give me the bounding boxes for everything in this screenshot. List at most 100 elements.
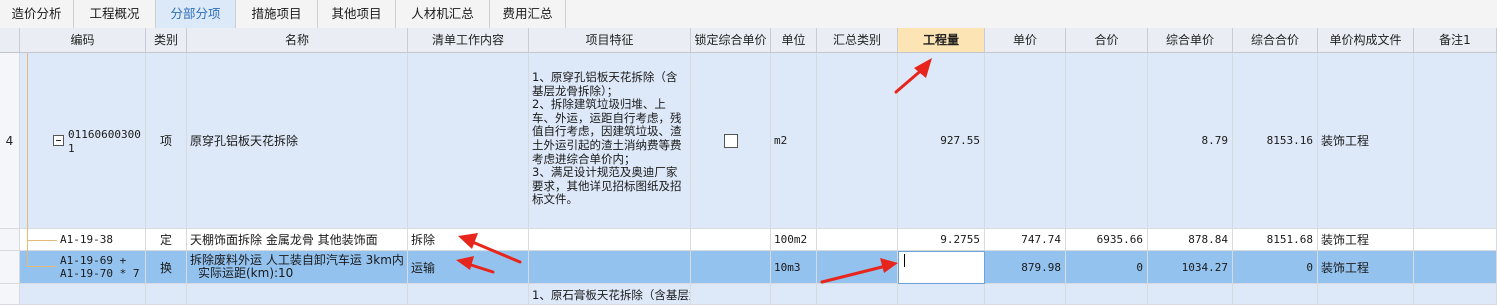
cell-composite-total[interactable]: 8153.16 — [1233, 53, 1318, 229]
tree-connector-line — [27, 240, 57, 241]
cell-code[interactable]: A1-19-69 + A1-19-70 * 7 — [20, 251, 146, 284]
cell-work-content[interactable]: 拆除 — [408, 229, 529, 251]
cell-total-price[interactable] — [1066, 284, 1148, 305]
cell-composite-total[interactable]: 0 — [1233, 251, 1318, 284]
module-tab-bar: 造价分析 工程概况 分部分项 措施项目 其他项目 人材机汇总 费用汇总 — [0, 0, 1497, 29]
cell-code[interactable] — [20, 284, 146, 305]
cell-item-features[interactable] — [529, 229, 691, 251]
cell-summary-category[interactable] — [817, 284, 898, 305]
tab-cost-analysis[interactable]: 造价分析 — [0, 0, 74, 28]
cell-summary-category[interactable] — [817, 229, 898, 251]
cell-category[interactable] — [146, 284, 187, 305]
tree-connector-line — [27, 53, 28, 266]
text-caret — [904, 254, 905, 267]
cell-composite-total[interactable]: 8151.68 — [1233, 229, 1318, 251]
header-total-price[interactable]: 合价 — [1066, 28, 1148, 52]
tab-labor-material-summary[interactable]: 人材机汇总 — [396, 0, 490, 28]
header-item-features[interactable]: 项目特征 — [529, 28, 691, 52]
table-row-selected[interactable]: A1-19-69 + A1-19-70 * 7 换 拆除废料外运 人工装自卸汽车… — [0, 251, 1497, 284]
cell-summary-category[interactable] — [817, 53, 898, 229]
cell-summary-category[interactable] — [817, 251, 898, 284]
header-composite-total[interactable]: 综合合价 — [1233, 28, 1318, 52]
tab-fee-summary[interactable]: 费用汇总 — [490, 0, 566, 28]
row-number — [0, 284, 20, 305]
cell-work-content[interactable] — [408, 53, 529, 229]
cell-name[interactable]: 天棚饰面拆除 金属龙骨 其他装饰面 — [187, 229, 408, 251]
cell-unit[interactable]: 10m3 — [771, 251, 817, 284]
cell-composite-unit-price[interactable]: 1034.27 — [1148, 251, 1233, 284]
header-category[interactable]: 类别 — [146, 28, 187, 52]
cell-unit-price[interactable]: 879.98 — [985, 251, 1066, 284]
grid-header: 编码 类别 名称 清单工作内容 项目特征 锁定综合单价 单位 汇总类别 工程量 … — [0, 28, 1497, 53]
cell-price-file[interactable]: 装饰工程 — [1318, 229, 1414, 251]
header-code[interactable]: 编码 — [20, 28, 146, 52]
header-quantity[interactable]: 工程量 — [898, 28, 985, 52]
header-rownum — [0, 28, 20, 52]
cell-lock-unit-price[interactable] — [691, 229, 771, 251]
cell-composite-unit-price[interactable]: 8.79 — [1148, 53, 1233, 229]
cell-code[interactable]: 01160600300 1 — [20, 53, 146, 229]
cell-remark[interactable] — [1414, 229, 1497, 251]
collapse-toggle-icon[interactable] — [53, 135, 64, 146]
tree-connector-line — [27, 266, 57, 267]
cell-item-features[interactable]: 1、原穿孔铝板天花拆除（含基层龙骨拆除）； 2、拆除建筑垃圾归堆、上车、外运，运… — [529, 53, 691, 229]
cell-quantity[interactable]: 927.55 — [898, 53, 985, 229]
tab-division-items[interactable]: 分部分项 — [156, 0, 236, 28]
cell-remark[interactable] — [1414, 53, 1497, 229]
header-summary-category[interactable]: 汇总类别 — [817, 28, 898, 52]
cell-work-content[interactable] — [408, 284, 529, 305]
header-unit-price[interactable]: 单价 — [985, 28, 1066, 52]
header-composite-unit-price[interactable]: 综合单价 — [1148, 28, 1233, 52]
cell-name[interactable]: 拆除废料外运 人工装自卸汽车运 3km内 实际运距(km):10 — [187, 251, 408, 284]
table-row[interactable]: 1、原石膏板天花拆除（含基层龙骨拆除）； — [0, 284, 1497, 305]
cell-name[interactable]: 原穿孔铝板天花拆除 — [187, 53, 408, 229]
cell-unit[interactable] — [771, 284, 817, 305]
cell-unit[interactable]: m2 — [771, 53, 817, 229]
header-work-content[interactable]: 清单工作内容 — [408, 28, 529, 52]
cell-category[interactable]: 换 — [146, 251, 187, 284]
cell-work-content[interactable]: 运输 — [408, 251, 529, 284]
cell-item-features[interactable] — [529, 251, 691, 284]
table-row[interactable]: A1-19-38 定 天棚饰面拆除 金属龙骨 其他装饰面 拆除 100m2 9.… — [0, 229, 1497, 251]
tab-measure-items[interactable]: 措施项目 — [236, 0, 318, 28]
cell-unit-price[interactable] — [985, 53, 1066, 229]
cell-total-price[interactable]: 6935.66 — [1066, 229, 1148, 251]
header-unit[interactable]: 单位 — [771, 28, 817, 52]
cell-price-file[interactable]: 装饰工程 — [1318, 53, 1414, 229]
table-row[interactable]: 4 01160600300 1 项 原穿孔铝板天花拆除 1、原穿孔铝板天花拆除（… — [0, 53, 1497, 229]
cell-lock-unit-price[interactable] — [691, 284, 771, 305]
name-text: 拆除废料外运 人工装自卸汽车运 3km内 实际运距(km):10 — [190, 253, 404, 280]
tab-other-items[interactable]: 其他项目 — [318, 0, 396, 28]
header-price-file[interactable]: 单价构成文件 — [1318, 28, 1414, 52]
cell-item-features[interactable]: 1、原石膏板天花拆除（含基层龙骨拆除）； — [529, 284, 691, 305]
row-number — [0, 229, 20, 251]
cell-unit-price[interactable]: 747.74 — [985, 229, 1066, 251]
cell-unit-price[interactable] — [985, 284, 1066, 305]
cell-name[interactable] — [187, 284, 408, 305]
code-text: A1-19-69 + A1-19-70 * 7 — [60, 254, 140, 280]
cell-quantity[interactable]: 9.2755 — [898, 229, 985, 251]
cell-price-file[interactable]: 装饰工程 — [1318, 251, 1414, 284]
lock-price-checkbox[interactable] — [723, 133, 738, 148]
row-number — [0, 251, 20, 284]
cell-total-price[interactable] — [1066, 53, 1148, 229]
cell-price-file[interactable] — [1318, 284, 1414, 305]
cell-lock-unit-price[interactable] — [691, 251, 771, 284]
cell-composite-unit-price[interactable]: 878.84 — [1148, 229, 1233, 251]
header-lock-unit-price[interactable]: 锁定综合单价 — [691, 28, 771, 52]
cell-remark[interactable] — [1414, 251, 1497, 284]
cell-unit[interactable]: 100m2 — [771, 229, 817, 251]
cell-composite-total[interactable] — [1233, 284, 1318, 305]
code-text: A1-19-38 — [60, 233, 113, 246]
header-remark[interactable]: 备注1 — [1414, 28, 1497, 52]
cell-category[interactable]: 项 — [146, 53, 187, 229]
cell-composite-unit-price[interactable] — [1148, 284, 1233, 305]
tab-project-overview[interactable]: 工程概况 — [74, 0, 156, 28]
cell-quantity[interactable] — [898, 284, 985, 305]
quantity-edit-input[interactable] — [898, 251, 985, 284]
cell-category[interactable]: 定 — [146, 229, 187, 251]
header-name[interactable]: 名称 — [187, 28, 408, 52]
cell-total-price[interactable]: 0 — [1066, 251, 1148, 284]
cell-remark[interactable] — [1414, 284, 1497, 305]
cell-lock-unit-price[interactable] — [691, 53, 771, 229]
